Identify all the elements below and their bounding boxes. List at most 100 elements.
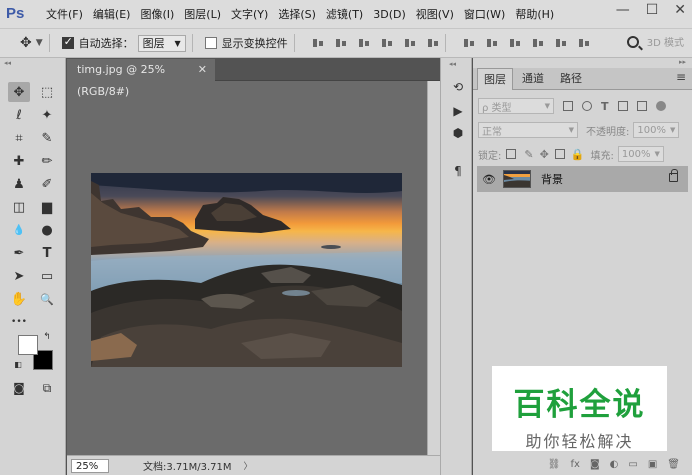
align-top-icon[interactable] <box>312 37 324 49</box>
hand-icon[interactable]: ✋ <box>8 289 30 309</box>
blur-icon[interactable]: 💧 <box>8 220 30 240</box>
menu-layer[interactable]: 图层(L) <box>184 6 221 22</box>
tab-layers[interactable]: 图层 <box>477 68 513 90</box>
new-layer-icon[interactable]: ▣ <box>648 459 657 470</box>
expand-panel-icon[interactable]: ▸▸ <box>679 58 686 66</box>
canvas-scrollbar[interactable] <box>427 81 440 455</box>
clone-stamp-icon[interactable]: ♟ <box>8 174 30 194</box>
distribute-right-icon[interactable] <box>578 37 590 49</box>
rectangle-shape-icon[interactable]: ▭ <box>36 266 58 286</box>
healing-brush-icon[interactable]: ✚ <box>8 151 30 171</box>
align-left-icon[interactable] <box>381 37 393 49</box>
chevron-down-icon[interactable]: ▼ <box>36 38 43 48</box>
eyedropper-icon[interactable]: ✎ <box>36 128 58 148</box>
close-icon[interactable]: ✕ <box>674 2 686 18</box>
play-action-icon[interactable]: ▶ <box>450 104 466 120</box>
filter-type-icon[interactable]: T <box>601 100 609 113</box>
default-colors-icon[interactable]: ◧ <box>12 358 24 370</box>
opacity-field[interactable]: 100% ▼ <box>633 122 680 138</box>
eraser-icon[interactable]: ◫ <box>8 197 30 217</box>
layer-row[interactable]: 👁 背景 <box>477 166 688 192</box>
fx-icon[interactable]: fx <box>571 459 580 470</box>
lock-artboard-icon[interactable] <box>554 149 565 159</box>
group-icon[interactable]: ▭ <box>628 459 637 470</box>
maximize-icon[interactable]: ☐ <box>646 2 659 18</box>
cube-3d-icon[interactable]: ⬢ <box>450 126 466 142</box>
quick-mask-icon[interactable]: ◙ <box>8 378 30 398</box>
history-icon[interactable]: ⟲ <box>450 80 466 96</box>
filter-shape-icon[interactable] <box>617 101 628 111</box>
move-tool-preset-icon[interactable]: ✥ <box>20 35 32 51</box>
collapse-strip-icon[interactable]: ◂◂ <box>449 60 456 68</box>
blend-mode-dropdown[interactable]: 正常 ▼ <box>478 122 578 138</box>
filter-kind-dropdown[interactable]: ρ 类型 ▼ <box>478 98 554 114</box>
zoom-level-field[interactable]: 25% <box>71 458 109 473</box>
align-bottom-icon[interactable] <box>358 37 370 49</box>
status-menu-arrow-icon[interactable]: 〉 <box>244 459 253 472</box>
adjustment-icon[interactable]: ◐ <box>610 459 619 470</box>
mask-icon[interactable]: ◙ <box>590 459 600 470</box>
swap-colors-icon[interactable]: ↰ <box>40 330 54 344</box>
path-select-icon[interactable]: ➤ <box>8 266 30 286</box>
lock-pixels-icon[interactable]: ✎ <box>524 148 533 161</box>
menu-view[interactable]: 视图(V) <box>416 6 454 22</box>
menu-edit[interactable]: 编辑(E) <box>93 6 131 22</box>
paragraph-icon[interactable]: ¶ <box>450 164 466 180</box>
brush-icon[interactable]: ✏ <box>36 151 58 171</box>
link-icon[interactable]: ⛓ <box>548 459 561 470</box>
distribute-vcenter-icon[interactable] <box>486 37 498 49</box>
menu-type[interactable]: 文字(Y) <box>231 6 268 22</box>
panel-menu-icon[interactable]: ≡ <box>676 70 686 84</box>
fill-field[interactable]: 100% ▼ <box>617 146 664 162</box>
mode-3d-label[interactable]: 3D 模式 <box>647 34 684 49</box>
menu-filter[interactable]: 滤镜(T) <box>326 6 363 22</box>
distribute-top-icon[interactable] <box>463 37 475 49</box>
lock-transparent-icon[interactable] <box>506 149 517 159</box>
history-brush-icon[interactable]: ✐ <box>36 174 58 194</box>
eye-icon[interactable]: 👁 <box>482 173 500 186</box>
menu-file[interactable]: 文件(F) <box>46 6 83 22</box>
magic-wand-icon[interactable]: ✦ <box>36 105 58 125</box>
close-document-icon[interactable]: ✕ <box>198 59 207 81</box>
collapse-toolbox-icon[interactable]: ◂◂ <box>0 58 65 68</box>
menu-3d[interactable]: 3D(D) <box>373 8 406 21</box>
zoom-icon[interactable]: 🔍 <box>36 289 58 309</box>
dodge-icon[interactable]: ● <box>36 220 58 240</box>
screen-mode-icon[interactable]: ⧉ <box>36 378 58 398</box>
gradient-icon[interactable]: ▆ <box>36 197 58 217</box>
distribute-hcenter-icon[interactable] <box>555 37 567 49</box>
type-icon[interactable]: T <box>36 243 58 263</box>
auto-select-checkbox[interactable] <box>61 35 74 49</box>
document-canvas-image[interactable] <box>91 173 402 367</box>
tab-paths[interactable]: 路径 <box>553 68 589 90</box>
pen-icon[interactable]: ✒ <box>8 243 30 263</box>
menu-image[interactable]: 图像(I) <box>140 6 174 22</box>
foreground-color-swatch[interactable] <box>18 335 38 355</box>
filter-smart-object-icon[interactable] <box>636 101 647 111</box>
menu-window[interactable]: 窗口(W) <box>464 6 505 22</box>
menu-select[interactable]: 选择(S) <box>278 6 316 22</box>
auto-select-target-dropdown[interactable]: 图层 ▼ <box>137 34 186 52</box>
crop-icon[interactable]: ⌗ <box>8 128 30 148</box>
distribute-left-icon[interactable] <box>532 37 544 49</box>
filter-toggle-icon[interactable] <box>655 101 666 111</box>
tab-channels[interactable]: 通道 <box>515 68 551 90</box>
rect-marquee-icon[interactable]: ⬚ <box>36 82 58 102</box>
filter-adjustment-icon[interactable] <box>582 101 592 111</box>
document-tab[interactable]: timg.jpg @ 25%(RGB/8#) ✕ <box>67 59 215 98</box>
align-vcenter-icon[interactable] <box>335 37 347 49</box>
menu-help[interactable]: 帮助(H) <box>515 6 554 22</box>
distribute-bottom-icon[interactable] <box>509 37 521 49</box>
lasso-icon[interactable]: ℓ <box>8 105 30 125</box>
lock-position-icon[interactable]: ✥ <box>540 148 549 161</box>
lock-all-icon[interactable]: 🔒 <box>571 148 585 161</box>
minimize-icon[interactable]: — <box>616 2 630 18</box>
more-tools-icon[interactable]: ••• <box>8 312 30 332</box>
trash-icon[interactable]: 🗑 <box>667 459 680 470</box>
align-right-icon[interactable] <box>427 37 439 49</box>
search-icon[interactable] <box>626 35 639 48</box>
align-hcenter-icon[interactable] <box>404 37 416 49</box>
show-transform-checkbox[interactable] <box>204 37 217 49</box>
filter-pixel-icon[interactable] <box>563 101 573 111</box>
move-icon[interactable]: ✥ <box>8 82 30 102</box>
